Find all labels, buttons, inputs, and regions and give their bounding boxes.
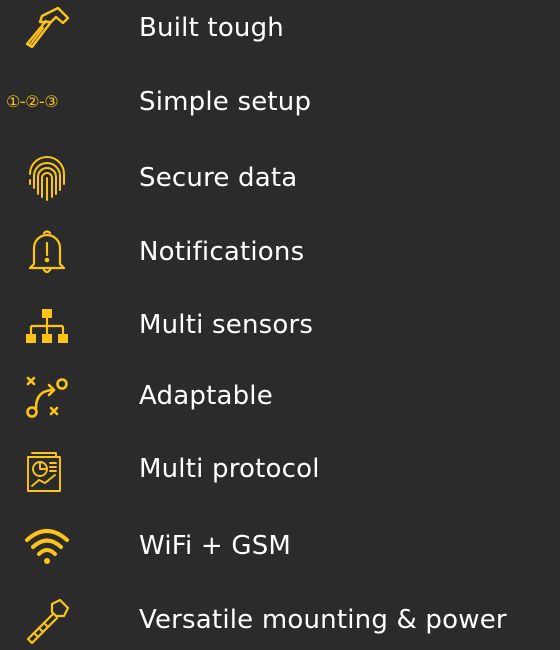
feature-simple-setup: ①-②-③ Simple setup	[0, 72, 560, 132]
bolt-icon	[0, 590, 100, 650]
fingerprint-icon	[0, 148, 100, 208]
feature-adaptable: Adaptable	[0, 366, 560, 426]
document-chart-icon	[0, 439, 100, 499]
feature-label: Versatile mounting & power	[139, 605, 507, 635]
feature-wifi-gsm: WiFi + GSM	[0, 516, 560, 576]
feature-label: Adaptable	[139, 381, 273, 411]
feature-multi-sensors: Multi sensors	[0, 295, 560, 355]
steps-icon: ①-②-③	[0, 72, 100, 132]
feature-label: Built tough	[139, 13, 284, 43]
feature-label: WiFi + GSM	[139, 531, 292, 561]
feature-notifications: Notifications	[0, 222, 560, 282]
feature-label: Multi protocol	[139, 454, 320, 484]
feature-secure-data: Secure data	[0, 148, 560, 208]
feature-list: Built tough ①-②-③ Simple setup Secure da…	[0, 0, 560, 645]
route-icon	[0, 366, 100, 426]
hammer-icon	[0, 0, 100, 58]
network-tree-icon	[0, 295, 100, 355]
feature-versatile-mounting-power: Versatile mounting & power	[0, 590, 560, 650]
feature-label: Notifications	[139, 237, 305, 267]
feature-label: Multi sensors	[139, 310, 314, 340]
feature-label: Simple setup	[139, 87, 312, 117]
feature-built-tough: Built tough	[0, 0, 560, 58]
feature-label: Secure data	[139, 163, 298, 193]
steps-icon-text: ①-②-③	[6, 92, 59, 111]
feature-multi-protocol: Multi protocol	[0, 439, 560, 499]
wifi-icon	[0, 516, 100, 576]
bell-alert-icon	[0, 222, 100, 282]
